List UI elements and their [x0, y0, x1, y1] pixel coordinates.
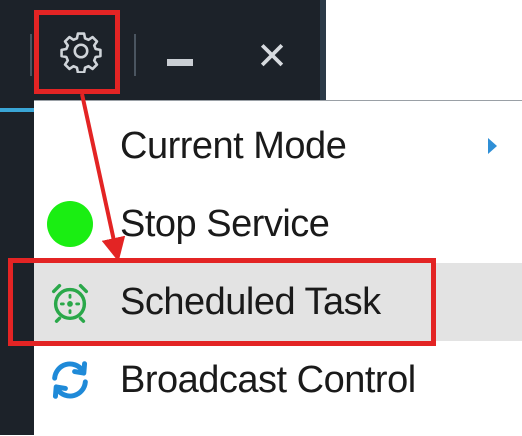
close-button[interactable]: ✕	[242, 32, 302, 82]
minimize-icon	[167, 58, 193, 66]
menu-item-label: Stop Service	[120, 202, 330, 245]
title-bar-edge	[320, 0, 326, 100]
status-dot-icon	[44, 198, 96, 250]
refresh-arrows-icon	[44, 354, 96, 406]
close-icon: ✕	[256, 36, 288, 78]
minimize-button[interactable]	[150, 30, 210, 80]
toolbar-separator	[134, 34, 136, 76]
app-left-accent	[0, 108, 34, 112]
settings-menu: Current Mode Stop Service Scheduled Task	[34, 100, 522, 436]
menu-item-label: Current Mode	[120, 124, 347, 167]
menu-item-broadcast-control[interactable]: Broadcast Control	[34, 341, 522, 419]
menu-item-label: Scheduled Task	[120, 280, 381, 323]
alarm-clock-icon	[44, 276, 96, 328]
app-left-panel	[0, 100, 34, 435]
toolbar-separator	[30, 34, 32, 76]
settings-button[interactable]	[40, 10, 122, 92]
gear-icon	[60, 32, 102, 73]
menu-item-stop-service[interactable]: Stop Service	[34, 185, 522, 263]
menu-item-label: Broadcast Control	[120, 358, 416, 401]
submenu-arrow-icon	[488, 138, 497, 154]
menu-item-current-mode[interactable]: Current Mode	[34, 107, 522, 185]
menu-item-scheduled-task[interactable]: Scheduled Task	[34, 263, 522, 341]
